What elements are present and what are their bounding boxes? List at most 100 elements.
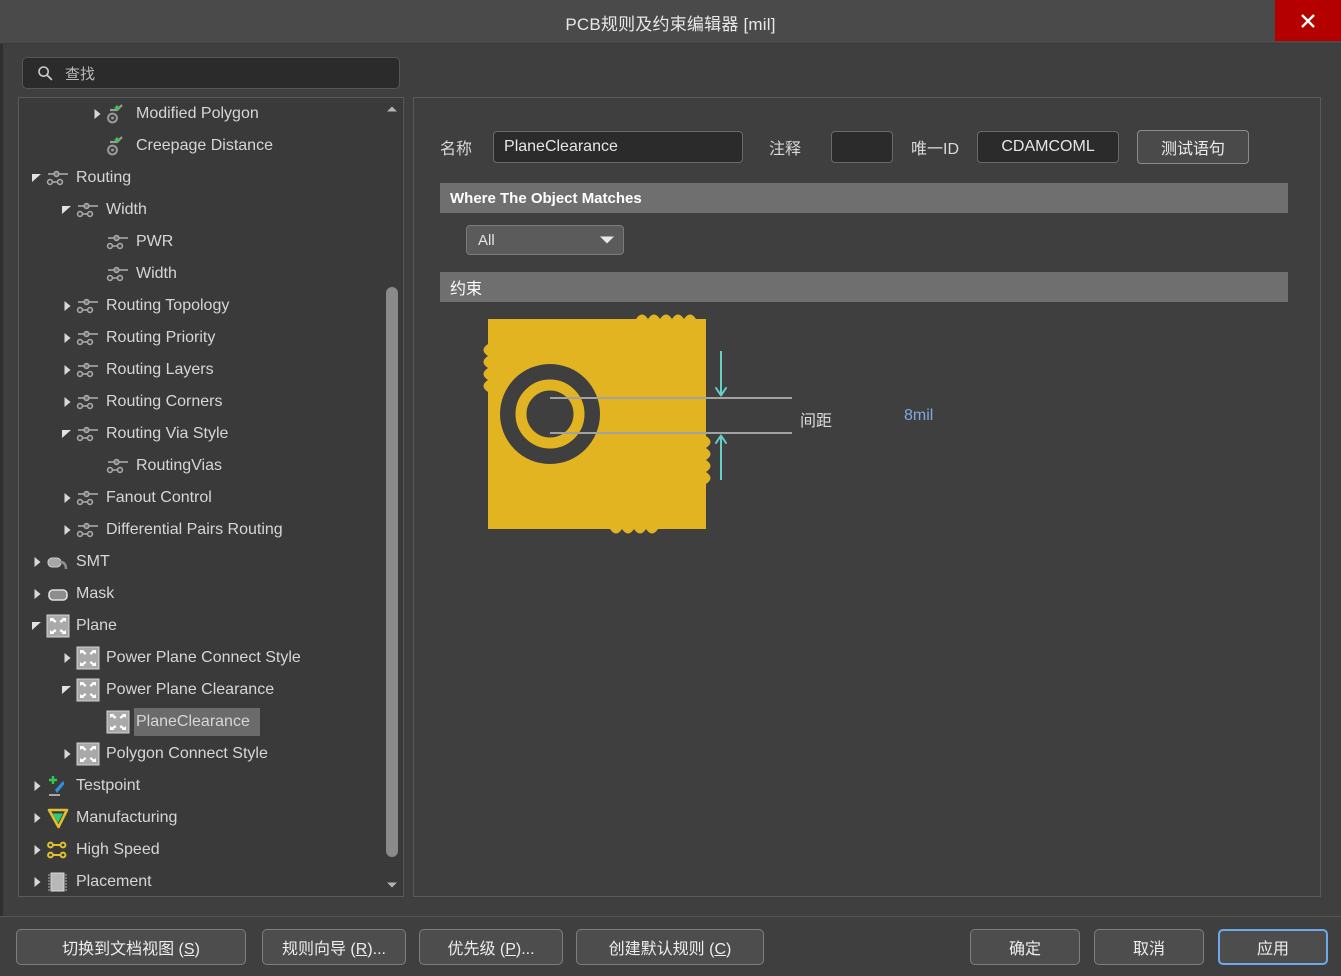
rules-tree[interactable]: Modified Polygon Creepage Distance Routing… (18, 97, 404, 897)
name-label: 名称 (440, 141, 473, 158)
expand-arrow-collapsed-icon[interactable] (29, 546, 45, 578)
apply-button[interactable]: 应用 (1218, 929, 1328, 965)
close-button[interactable] (1275, 0, 1341, 41)
tree-item-creepage-distance[interactable]: Creepage Distance (19, 130, 384, 162)
tree-item-differential-pairs-routing[interactable]: Differential Pairs Routing (19, 514, 384, 546)
tree-item-routingvias[interactable]: RoutingVias (19, 450, 384, 482)
expand-arrow-expanded-icon[interactable] (29, 610, 45, 642)
clearance-value[interactable]: 8mil (904, 407, 933, 425)
tree-item-label: Creepage Distance (136, 137, 273, 154)
tree-scrollbar[interactable] (382, 99, 402, 895)
expand-arrow-expanded-icon[interactable] (59, 194, 75, 226)
expand-arrow-expanded-icon[interactable] (59, 418, 75, 450)
tree-item-manufacturing[interactable]: Manufacturing (19, 802, 384, 834)
tree-item-routing-layers[interactable]: Routing Layers (19, 354, 384, 386)
tree-item-power-plane-connect-style[interactable]: Power Plane Connect Style (19, 642, 384, 674)
expand-arrow-collapsed-icon[interactable] (29, 770, 45, 802)
tree-item-label: Plane (76, 617, 117, 634)
test-statement-button[interactable]: 测试语句 (1137, 130, 1250, 164)
highspeed-icon-slot (45, 837, 71, 863)
tree-item-modified-polygon[interactable]: Modified Polygon (19, 98, 384, 130)
tree-item-routing-via-style[interactable]: Routing Via Style (19, 418, 384, 450)
tree-item-label-wrap: Modified Polygon (134, 100, 269, 128)
tree-item-label-wrap: Differential Pairs Routing (104, 516, 293, 544)
expand-arrow-collapsed-icon[interactable] (59, 354, 75, 386)
tree-item-width[interactable]: Width (19, 258, 384, 290)
comment-field[interactable] (831, 131, 894, 163)
placement-icon-slot (45, 869, 71, 895)
expand-arrow-collapsed-icon[interactable] (29, 866, 45, 896)
tree-item-planeclearance[interactable]: PlaneClearance (19, 706, 384, 738)
expand-arrow-collapsed-icon[interactable] (59, 642, 75, 674)
tree-item-placement[interactable]: Placement (19, 866, 384, 896)
search-input[interactable]: 查找 (22, 57, 400, 89)
routing-icon-slot (105, 453, 131, 479)
tree-item-label-wrap: Polygon Connect Style (104, 740, 278, 768)
expand-arrow-collapsed-icon[interactable] (59, 514, 75, 546)
cancel-button[interactable]: 取消 (1094, 929, 1204, 965)
smt-icon-slot (45, 549, 71, 575)
expand-arrow-collapsed-icon[interactable] (59, 738, 75, 770)
rule-wizard-button[interactable]: 规则向导 (R)... (262, 929, 406, 965)
tree-item-routing[interactable]: Routing (19, 162, 384, 194)
expand-arrow-expanded-icon[interactable] (29, 162, 45, 194)
where-object-matches-header: Where The Object Matches (440, 183, 1288, 213)
expand-arrow-collapsed-icon[interactable] (29, 834, 45, 866)
priority-label: 优先级 (P)... (447, 941, 535, 958)
tree-item-testpoint[interactable]: Testpoint (19, 770, 384, 802)
routing-icon (76, 490, 98, 506)
scrollbar-thumb[interactable] (386, 287, 398, 857)
pcb-rules-dialog: PCB规则及约束编辑器 [mil] 查找 Modified Polygon Cre… (0, 0, 1341, 976)
switch-to-document-view-button[interactable]: 切换到文档视图 (S) (16, 929, 246, 965)
unique-id-field[interactable]: CDAMCOML (977, 131, 1120, 163)
tree-arrow-spacer (89, 450, 105, 482)
manufacturing-icon-slot (45, 805, 71, 831)
tree-item-routing-priority[interactable]: Routing Priority (19, 322, 384, 354)
tree-item-width[interactable]: Width (19, 194, 384, 226)
tree-item-routing-topology[interactable]: Routing Topology (19, 290, 384, 322)
scroll-up-button[interactable] (382, 99, 402, 119)
tree-item-label: Manufacturing (76, 809, 178, 826)
tree-item-mask[interactable]: Mask (19, 578, 384, 610)
scope-select[interactable]: All (466, 225, 624, 255)
tree-item-pwr[interactable]: PWR (19, 226, 384, 258)
rule-name-field[interactable]: PlaneClearance (493, 131, 744, 163)
expand-arrow-collapsed-icon[interactable] (89, 98, 105, 130)
tree-item-plane[interactable]: Plane (19, 610, 384, 642)
plane-icon-slot (75, 741, 101, 767)
clearance-icon (107, 136, 123, 156)
routing-icon (46, 170, 68, 186)
ok-button[interactable]: 确定 (970, 929, 1080, 965)
tree-item-high-speed[interactable]: High Speed (19, 834, 384, 866)
expand-arrow-collapsed-icon[interactable] (59, 482, 75, 514)
routing-icon-slot (75, 293, 101, 319)
expand-arrow-collapsed-icon[interactable] (29, 802, 45, 834)
plane-icon-slot (45, 613, 71, 639)
scroll-down-button[interactable] (382, 875, 402, 895)
tree-item-label: Differential Pairs Routing (106, 521, 283, 538)
priority-button[interactable]: 优先级 (P)... (419, 929, 563, 965)
tree-item-label-wrap: SMT (74, 548, 120, 576)
expand-arrow-expanded-icon[interactable] (59, 674, 75, 706)
routing-icon (106, 458, 128, 474)
mask-icon (48, 589, 68, 601)
plane-icon (76, 742, 100, 766)
tree-item-polygon-connect-style[interactable]: Polygon Connect Style (19, 738, 384, 770)
tree-item-label: Mask (76, 585, 115, 602)
tree-item-power-plane-clearance[interactable]: Power Plane Clearance (19, 674, 384, 706)
expand-arrow-collapsed-icon[interactable] (29, 578, 45, 610)
routing-icon (76, 394, 98, 410)
routing-icon (106, 234, 128, 250)
expand-arrow-collapsed-icon[interactable] (59, 290, 75, 322)
tree-item-label-wrap: Plane (74, 612, 127, 640)
routing-icon (76, 522, 98, 538)
expand-arrow-collapsed-icon[interactable] (59, 386, 75, 418)
tree-arrow-spacer (89, 226, 105, 258)
tree-item-routing-corners[interactable]: Routing Corners (19, 386, 384, 418)
tree-item-fanout-control[interactable]: Fanout Control (19, 482, 384, 514)
tree-item-smt[interactable]: SMT (19, 546, 384, 578)
highspeed-icon (47, 841, 67, 859)
testpoint-icon-slot (45, 773, 71, 799)
expand-arrow-collapsed-icon[interactable] (59, 322, 75, 354)
create-default-rules-button[interactable]: 创建默认规则 (C) (576, 929, 764, 965)
